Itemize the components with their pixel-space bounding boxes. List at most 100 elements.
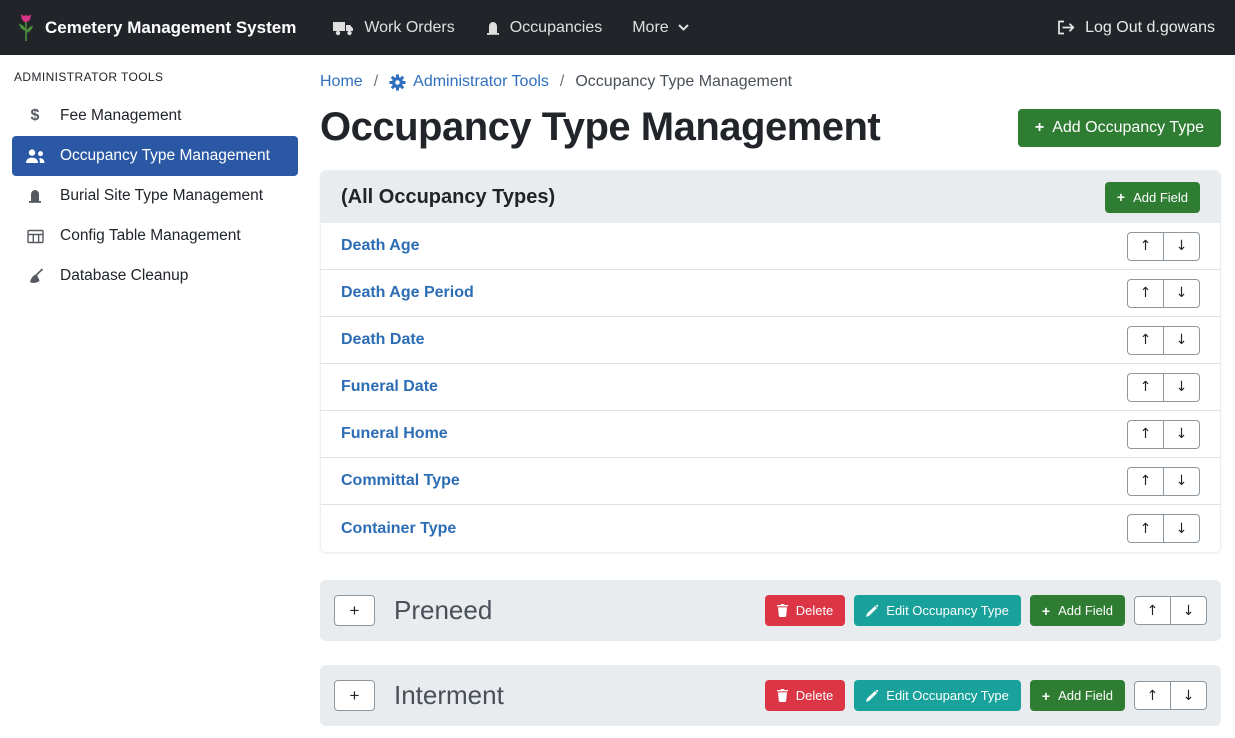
move-up-button[interactable]: ↑: [1127, 279, 1164, 308]
field-row: Funeral Home ↑ ↓: [321, 411, 1220, 458]
field-row: Committal Type ↑ ↓: [321, 458, 1220, 505]
sidebar-item-config-table-management[interactable]: Config Table Management: [12, 216, 298, 256]
top-navbar: Cemetery Management System Work Orders O…: [0, 0, 1235, 55]
field-link[interactable]: Container Type: [341, 520, 456, 538]
breadcrumb-admin-tools-link[interactable]: Administrator Tools: [389, 73, 549, 91]
reorder-buttons: ↑ ↓: [1127, 373, 1200, 402]
move-down-button[interactable]: ↓: [1170, 596, 1207, 625]
breadcrumb-admin-tools-label: Administrator Tools: [413, 73, 549, 91]
reorder-buttons: ↑ ↓: [1127, 326, 1200, 355]
breadcrumb-separator: /: [560, 73, 564, 91]
app-title: Cemetery Management System: [45, 18, 296, 38]
trash-icon: [777, 604, 788, 617]
move-down-button[interactable]: ↓: [1163, 514, 1200, 543]
broom-icon: [23, 268, 47, 284]
plus-icon: +: [1042, 689, 1050, 703]
add-field-label: Add Field: [1133, 190, 1188, 205]
move-up-button[interactable]: ↑: [1127, 373, 1164, 402]
delete-button[interactable]: Delete: [765, 680, 846, 711]
nav-item-work-orders[interactable]: Work Orders: [318, 19, 469, 37]
field-link[interactable]: Funeral Date: [341, 378, 438, 396]
edit-occupancy-type-label: Edit Occupancy Type: [886, 603, 1009, 618]
add-field-button[interactable]: + Add Field: [1030, 680, 1125, 711]
arrow-down-icon: ↓: [1176, 380, 1188, 394]
occupancy-type-section-interment: + Interment Delete: [320, 665, 1221, 726]
section-title: Preneed: [394, 595, 492, 626]
arrow-down-icon: ↓: [1176, 427, 1188, 441]
arrow-down-icon: ↓: [1176, 286, 1188, 300]
sidebar-item-burial-site-type-management[interactable]: Burial Site Type Management: [12, 176, 298, 216]
field-link[interactable]: Funeral Home: [341, 425, 448, 443]
arrow-up-icon: ↑: [1147, 689, 1159, 703]
edit-occupancy-type-button[interactable]: Edit Occupancy Type: [854, 680, 1021, 711]
field-link[interactable]: Death Date: [341, 331, 425, 349]
add-occupancy-type-button[interactable]: + Add Occupancy Type: [1018, 109, 1221, 147]
nav-item-label: Occupancies: [510, 19, 603, 37]
breadcrumb: Home / Administrator Tools / Occupancy T…: [320, 69, 1221, 91]
move-up-button[interactable]: ↑: [1127, 232, 1164, 261]
arrow-up-icon: ↑: [1147, 604, 1159, 618]
sidebar-item-database-cleanup[interactable]: Database Cleanup: [12, 256, 298, 296]
arrow-up-icon: ↑: [1140, 333, 1152, 347]
edit-occupancy-type-label: Edit Occupancy Type: [886, 688, 1009, 703]
field-link[interactable]: Death Age: [341, 237, 420, 255]
move-down-button[interactable]: ↓: [1163, 326, 1200, 355]
move-down-button[interactable]: ↓: [1163, 420, 1200, 449]
plus-icon: +: [1042, 604, 1050, 618]
chevron-down-icon: [678, 24, 689, 31]
title-row: Occupancy Type Management + Add Occupanc…: [320, 105, 1221, 150]
arrow-down-icon: ↓: [1183, 604, 1195, 618]
move-up-button[interactable]: ↑: [1127, 467, 1164, 496]
logout-label: Log Out d.gowans: [1085, 19, 1215, 37]
reorder-buttons: ↑ ↓: [1134, 681, 1207, 710]
move-down-button[interactable]: ↓: [1163, 232, 1200, 261]
nav-item-more[interactable]: More: [617, 19, 703, 37]
move-up-button[interactable]: ↑: [1134, 596, 1171, 625]
add-field-button[interactable]: + Add Field: [1105, 182, 1200, 213]
field-link[interactable]: Committal Type: [341, 472, 460, 490]
move-down-button[interactable]: ↓: [1163, 467, 1200, 496]
edit-occupancy-type-button[interactable]: Edit Occupancy Type: [854, 595, 1021, 626]
add-occupancy-type-label: Add Occupancy Type: [1052, 119, 1204, 137]
main-content: Home / Administrator Tools / Occupancy T…: [310, 55, 1235, 738]
sidebar-item-fee-management[interactable]: $ Fee Management: [12, 96, 298, 136]
nav-item-occupancies[interactable]: Occupancies: [470, 19, 618, 37]
field-row: Funeral Date ↑ ↓: [321, 364, 1220, 411]
section-actions: Delete Edit Occupancy Type + Add Field ↑: [765, 595, 1207, 626]
flower-logo-icon: [16, 13, 36, 42]
plus-icon: +: [350, 602, 360, 619]
logout-button[interactable]: Log Out d.gowans: [1057, 19, 1219, 37]
add-field-button[interactable]: + Add Field: [1030, 595, 1125, 626]
reorder-buttons: ↑ ↓: [1127, 514, 1200, 543]
trash-icon: [777, 689, 788, 702]
nav-item-label: Work Orders: [364, 19, 454, 37]
reorder-buttons: ↑ ↓: [1127, 279, 1200, 308]
delete-button[interactable]: Delete: [765, 595, 846, 626]
arrow-up-icon: ↑: [1140, 286, 1152, 300]
breadcrumb-separator: /: [374, 73, 378, 91]
sidebar-item-occupancy-type-management[interactable]: Occupancy Type Management: [12, 136, 298, 176]
app-brand[interactable]: Cemetery Management System: [16, 13, 296, 42]
move-up-button[interactable]: ↑: [1134, 681, 1171, 710]
table-icon: [23, 229, 47, 244]
sidebar-item-label: Burial Site Type Management: [60, 187, 263, 205]
field-row: Death Age ↑ ↓: [321, 223, 1220, 270]
sidebar-item-label: Config Table Management: [60, 227, 241, 245]
section-title: Interment: [394, 680, 504, 711]
breadcrumb-current: Occupancy Type Management: [575, 73, 792, 91]
move-down-button[interactable]: ↓: [1170, 681, 1207, 710]
move-down-button[interactable]: ↓: [1163, 373, 1200, 402]
field-link[interactable]: Death Age Period: [341, 284, 474, 302]
field-row: Death Date ↑ ↓: [321, 317, 1220, 364]
expand-button[interactable]: +: [334, 595, 375, 626]
sidebar-item-label: Fee Management: [60, 107, 182, 125]
move-up-button[interactable]: ↑: [1127, 420, 1164, 449]
move-up-button[interactable]: ↑: [1127, 326, 1164, 355]
move-down-button[interactable]: ↓: [1163, 279, 1200, 308]
breadcrumb-home-link[interactable]: Home: [320, 73, 363, 91]
expand-button[interactable]: +: [334, 680, 375, 711]
plus-icon: +: [1117, 190, 1125, 204]
arrow-up-icon: ↑: [1140, 427, 1152, 441]
move-up-button[interactable]: ↑: [1127, 514, 1164, 543]
sidebar-item-label: Occupancy Type Management: [60, 147, 270, 165]
